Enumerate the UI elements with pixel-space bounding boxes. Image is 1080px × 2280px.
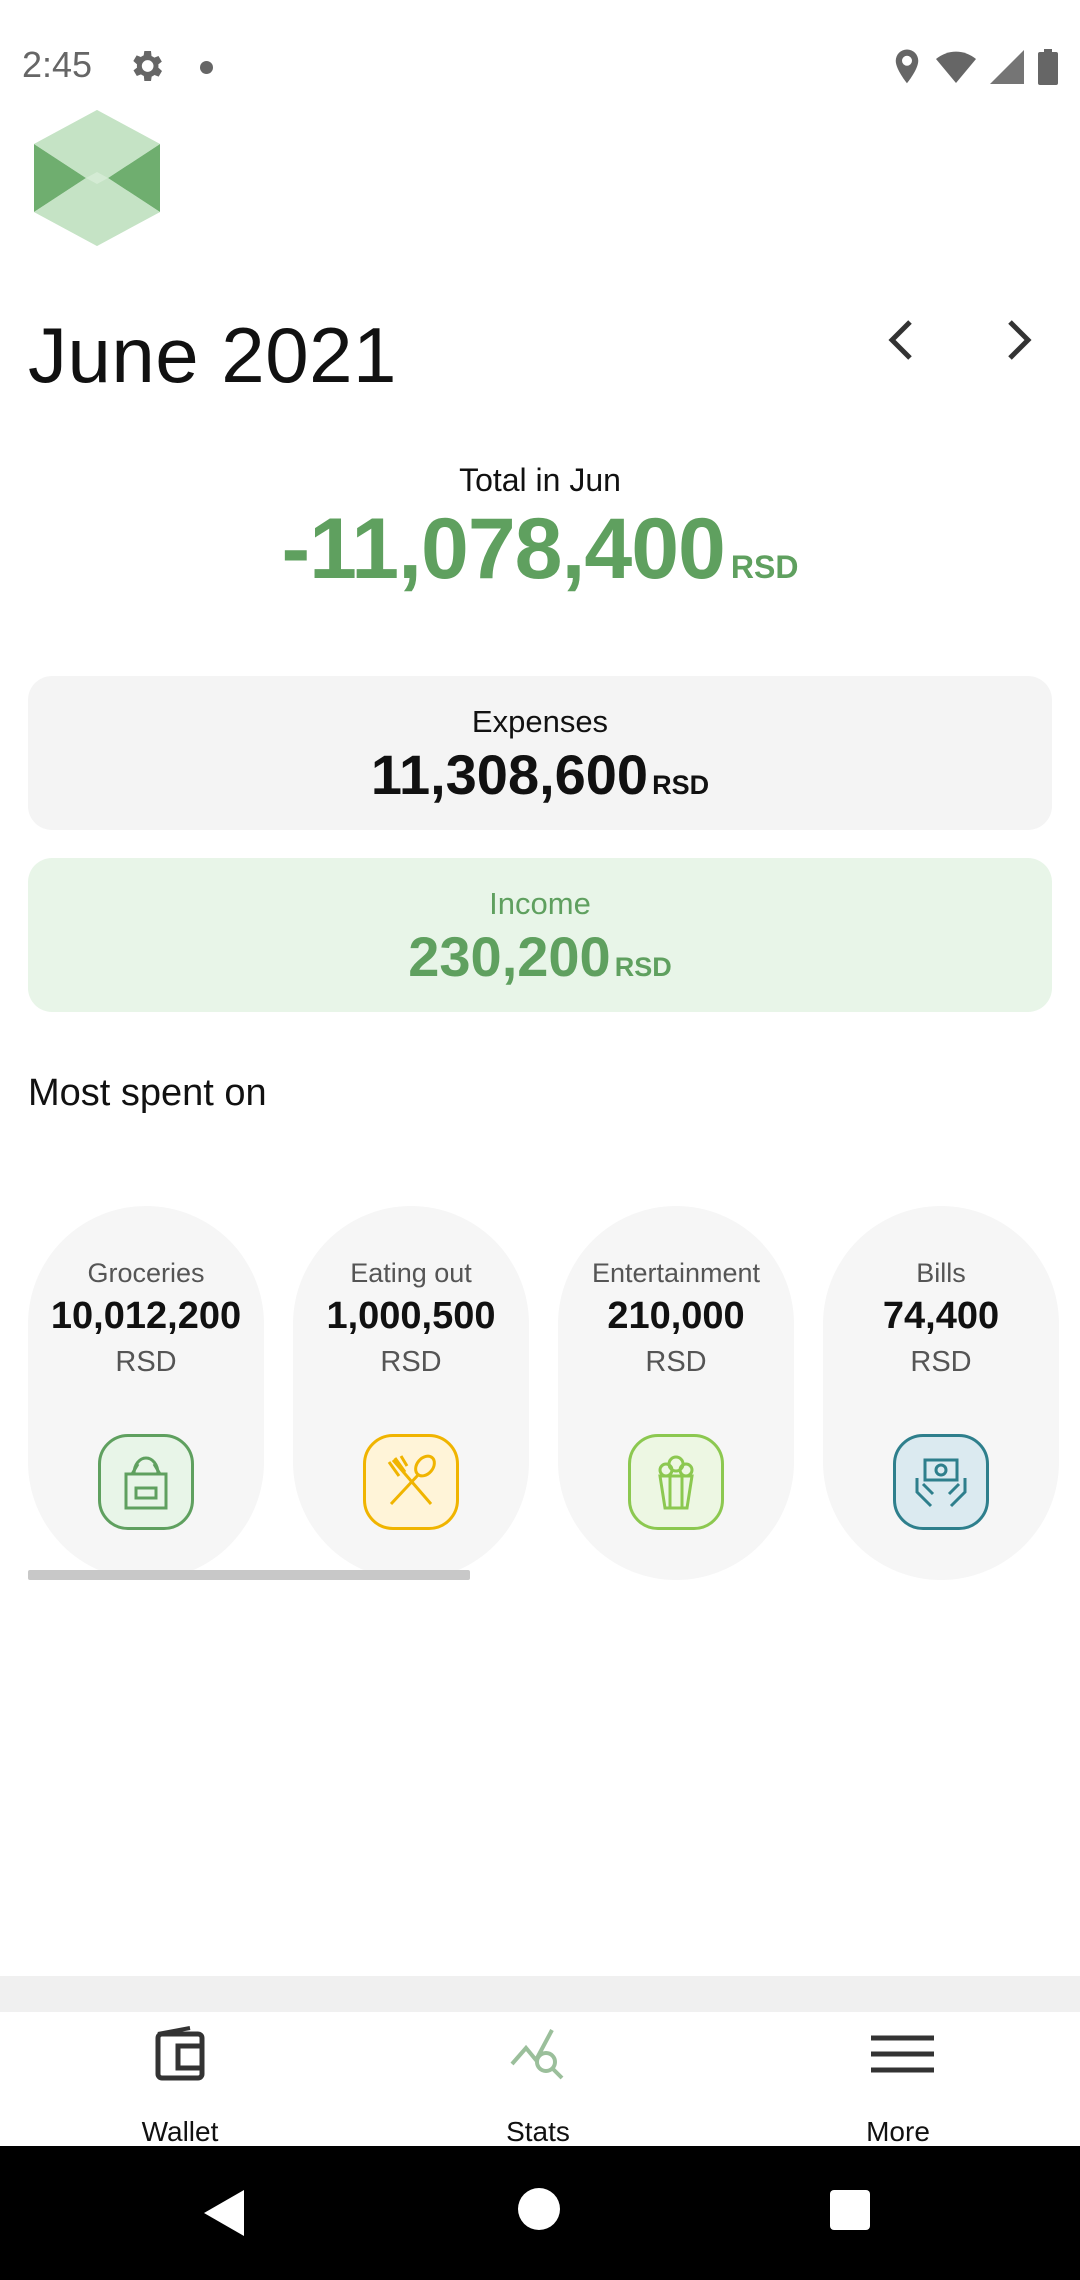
- income-label: Income: [489, 886, 591, 921]
- wifi-icon: [936, 51, 976, 83]
- status-bar: 2:45: [0, 0, 1080, 135]
- category-name: Bills: [916, 1258, 966, 1288]
- category-name: Entertainment: [591, 1258, 761, 1288]
- month-title: June 2021: [28, 311, 397, 399]
- nav-stats[interactable]: Stats: [418, 2012, 658, 2147]
- category-amount: 1,000,500: [326, 1295, 496, 1337]
- horizontal-scrollbar[interactable]: [28, 1570, 470, 1580]
- income-card[interactable]: Income 230,200 RSD: [28, 858, 1052, 1012]
- income-currency: RSD: [614, 952, 672, 982]
- expenses-value: 11,308,600: [370, 743, 649, 806]
- content-divider: [0, 1976, 1080, 2012]
- next-month-button[interactable]: [990, 305, 1050, 375]
- category-currency: RSD: [645, 1346, 707, 1378]
- bottom-navigation: Wallet Stats More: [0, 2012, 1080, 2147]
- most-spent-title: Most spent on: [28, 1072, 267, 1114]
- nav-stats-label: Stats: [506, 2116, 570, 2147]
- popcorn-icon: [628, 1434, 724, 1530]
- battery-icon: [1038, 49, 1058, 85]
- stats-icon: [510, 2029, 564, 2080]
- expenses-card[interactable]: Expenses 11,308,600 RSD: [28, 676, 1052, 830]
- notification-dot-icon: [200, 61, 213, 74]
- recent-apps-icon[interactable]: [830, 2190, 870, 2230]
- category-name: Eating out: [350, 1258, 472, 1288]
- chevron-right-icon: [1008, 320, 1032, 360]
- category-eating-out[interactable]: Eating out 1,000,500 RSD: [293, 1206, 529, 1580]
- category-amount: 210,000: [607, 1295, 745, 1337]
- category-currency: RSD: [380, 1346, 442, 1378]
- signal-icon: [990, 50, 1024, 84]
- previous-month-button[interactable]: [870, 305, 930, 375]
- category-groceries[interactable]: Groceries 10,012,200 RSD: [28, 1206, 264, 1580]
- back-icon[interactable]: [204, 2190, 244, 2236]
- category-entertainment[interactable]: Entertainment 210,000 RSD: [558, 1206, 794, 1580]
- menu-icon: [871, 2035, 934, 2073]
- category-amount: 74,400: [882, 1295, 1000, 1337]
- category-currency: RSD: [910, 1346, 972, 1378]
- nav-more[interactable]: More: [778, 2012, 1018, 2147]
- total-currency: RSD: [730, 549, 799, 585]
- nav-wallet-label: Wallet: [141, 2116, 219, 2147]
- status-time: 2:45: [22, 44, 93, 85]
- fork-spoon-icon: [363, 1434, 459, 1530]
- category-bills[interactable]: Bills 74,400 RSD: [823, 1206, 1059, 1580]
- home-icon[interactable]: [518, 2188, 560, 2230]
- expenses-currency: RSD: [652, 770, 710, 800]
- expenses-label: Expenses: [471, 704, 609, 739]
- total-label: Total in Jun: [459, 462, 621, 498]
- system-navigation-bar: [0, 2146, 1080, 2280]
- location-icon: [895, 49, 919, 84]
- income-value: 230,200: [408, 925, 611, 988]
- grocery-bag-icon: [98, 1434, 194, 1530]
- nav-wallet[interactable]: Wallet: [60, 2012, 300, 2147]
- nav-more-label: More: [866, 2116, 930, 2147]
- category-amount: 10,012,200: [50, 1295, 242, 1337]
- category-name: Groceries: [87, 1258, 205, 1288]
- status-icons: [892, 48, 1058, 86]
- app-logo: [34, 110, 160, 246]
- chevron-left-icon: [888, 320, 912, 360]
- total-amount: -11,078,400 RSD: [0, 500, 1080, 599]
- wallet-icon: [155, 2026, 205, 2081]
- money-hands-icon: [893, 1434, 989, 1530]
- settings-gear-icon: [133, 51, 162, 81]
- category-currency: RSD: [115, 1346, 177, 1378]
- total-value: -11,078,400: [281, 501, 726, 597]
